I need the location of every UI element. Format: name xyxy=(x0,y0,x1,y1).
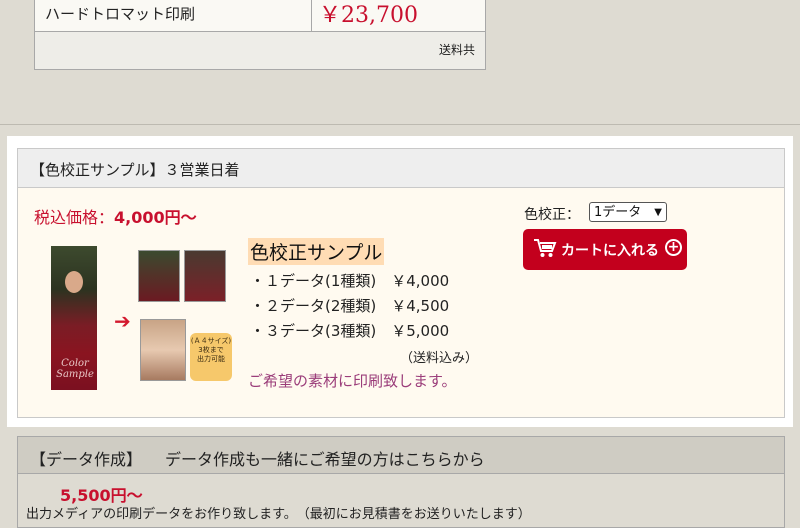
poster-face xyxy=(65,271,83,293)
section-header: 【データ作成】 データ作成も一緒にご希望の方はこちらから xyxy=(18,437,784,474)
product-item-name: ハードトロマット印刷 xyxy=(45,5,196,23)
option-line: ・１データ(1種類) ￥4,000 xyxy=(250,272,450,290)
section-divider xyxy=(0,124,800,125)
section-header: 【色校正サンプル】３営業日着 xyxy=(18,149,784,188)
sample-thumbnail-2 xyxy=(184,250,226,302)
chevron-down-icon: ▼ xyxy=(654,207,662,218)
option-line: ・３データ(3種類) ￥5,000 xyxy=(250,322,450,340)
section-title: 【データ作成】 xyxy=(30,450,143,469)
material-note: ご希望の素材に印刷致します。 xyxy=(248,372,457,390)
proof-select-label: 色校正： xyxy=(524,207,580,223)
cell-divider xyxy=(311,0,312,31)
price-value: 4,000円〜 xyxy=(114,208,197,227)
proof-quantity-select[interactable]: 1データ ▼ xyxy=(589,202,667,222)
price-table: ハードトロマット印刷 ￥23,700 送料共 xyxy=(34,0,486,70)
color-proof-section: 【色校正サンプル】３営業日着 税込価格：4,000円〜 色校正： 1データ ▼ … xyxy=(17,148,785,418)
sample-poster-image: Color Sample xyxy=(51,246,97,390)
product-name: 色校正サンプル xyxy=(248,238,385,265)
product-item-price: ￥23,700 xyxy=(319,3,418,28)
shipping-note: （送料込み） xyxy=(400,351,479,366)
section-subtitle: データ作成も一緒にご希望の方はこちらから xyxy=(165,450,485,469)
a4-size-badge: (Ａ４サイズ) 3枚まで 出力可能 xyxy=(190,333,232,381)
tax-included-price: 税込価格：4,000円〜 xyxy=(34,204,197,228)
price-table-row: ハードトロマット印刷 ￥23,700 xyxy=(35,0,485,32)
plus-circle-icon: + xyxy=(665,239,682,256)
option-line: ・２データ(2種類) ￥4,500 xyxy=(250,297,450,315)
cart-icon xyxy=(533,237,557,263)
data-creation-section: 【データ作成】 データ作成も一緒にご希望の方はこちらから 5,500円〜 出力メ… xyxy=(17,436,785,528)
poster-text: Color Sample xyxy=(56,358,94,380)
price-label: 税込価格： xyxy=(34,208,115,227)
cart-button-label: カートに入れる xyxy=(561,243,659,259)
add-to-cart-button[interactable]: カートに入れる + xyxy=(523,229,687,270)
shipping-included-label: 送料共 xyxy=(438,43,475,57)
arrow-right-icon: ➔ xyxy=(114,309,131,333)
sample-thumbnail-3 xyxy=(140,319,186,381)
select-value: 1データ xyxy=(594,205,642,220)
section-title: 【色校正サンプル】３営業日着 xyxy=(30,161,240,179)
sample-thumbnail-1 xyxy=(138,250,180,302)
